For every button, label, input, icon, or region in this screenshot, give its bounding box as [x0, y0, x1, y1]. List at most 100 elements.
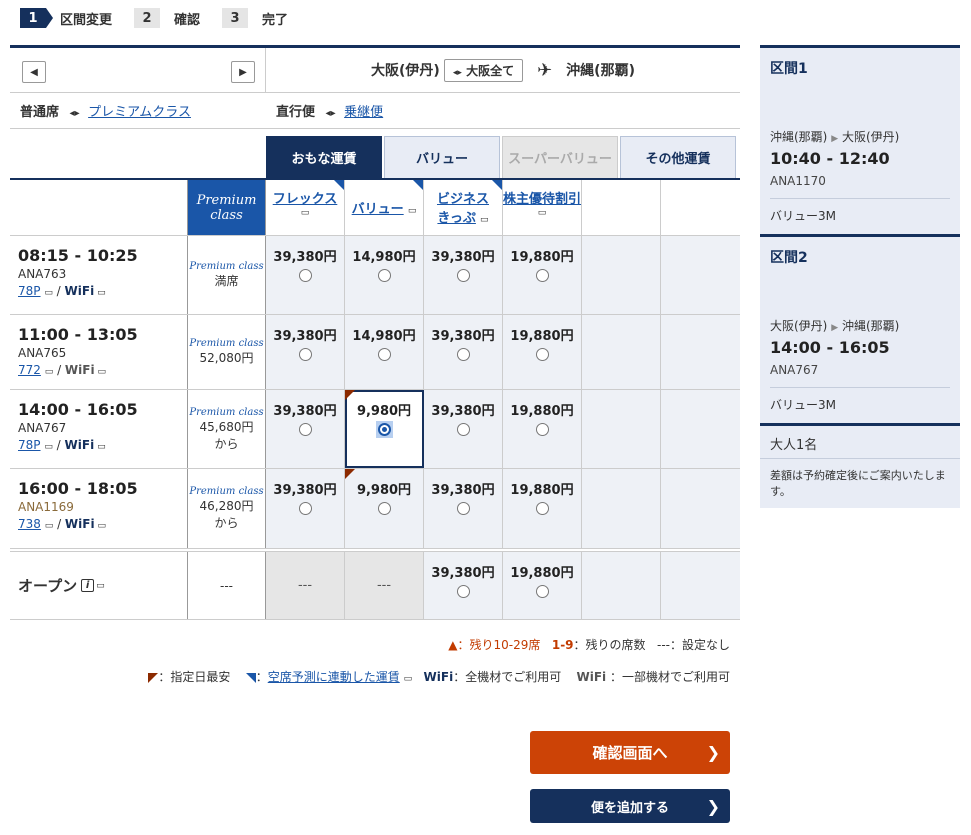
- segment-2-fare: バリュー3M: [770, 398, 836, 412]
- business-fare-link-2[interactable]: きっぷ: [437, 211, 475, 226]
- confirm-button[interactable]: 確認画面へ ❯: [530, 731, 730, 774]
- origin-airport: 大阪(伊丹): [371, 63, 440, 79]
- forecast-fare-marker: [413, 180, 423, 190]
- flight-type-current: 直行便: [276, 105, 316, 120]
- flex-fare-link[interactable]: フレックス: [273, 188, 338, 207]
- prev-date-button[interactable]: ◀: [22, 61, 46, 83]
- fare-radio[interactable]: [535, 585, 549, 598]
- tab-main-fares[interactable]: おもな運賃: [266, 136, 382, 178]
- window-icon: ▭: [300, 208, 310, 218]
- segment-1-from: 沖縄(那覇): [770, 130, 828, 144]
- info-icon[interactable]: i: [81, 579, 95, 592]
- step-2-number: 2: [134, 8, 161, 28]
- shareholder-fare-cell: 19,880円: [503, 236, 582, 314]
- tab-value[interactable]: バリュー: [384, 136, 500, 178]
- flight-row: 08:15 - 10:25 ANA763 78P ▭ / WiFi ▭ Prem…: [10, 236, 740, 315]
- premium-class-link[interactable]: プレミアムクラス: [88, 105, 191, 120]
- aircraft-link[interactable]: 78P: [18, 284, 41, 298]
- divider: [770, 198, 950, 199]
- step-2-label: 確認: [174, 12, 201, 28]
- segment-2-from: 大阪(伊丹): [770, 319, 828, 333]
- premium-price: 45,680円: [199, 419, 254, 434]
- aircraft-link[interactable]: 78P: [18, 438, 41, 452]
- step-3-number: 3: [222, 8, 249, 28]
- fare-radio-selected[interactable]: [377, 423, 391, 436]
- segment-1-fare: バリュー3M: [770, 209, 836, 223]
- flight-meta: 772 ▭ / WiFi ▭: [18, 363, 106, 377]
- segment-2-to: 沖縄(那覇): [841, 319, 900, 333]
- arrow-right-icon: ▶: [831, 134, 839, 144]
- fare-radio[interactable]: [535, 269, 549, 282]
- window-icon: ▭: [407, 206, 417, 216]
- fare-radio-highlight: [375, 421, 393, 438]
- fare-radio[interactable]: [456, 423, 470, 436]
- fare-radio[interactable]: [298, 502, 312, 515]
- fare-price: 19,880円: [510, 250, 574, 265]
- window-icon: ▭: [44, 288, 53, 298]
- fare-radio[interactable]: [377, 269, 391, 282]
- value-fare-link[interactable]: バリュー: [352, 202, 404, 217]
- shareholder-fare-link[interactable]: 株主優待割引: [503, 188, 581, 207]
- progress-steps: 1 区間変更 2 確認 3 完了: [20, 8, 310, 28]
- open-ticket-label-cell: オープン i ▭: [10, 552, 187, 619]
- premium-cell: ---: [187, 552, 266, 619]
- aircraft-link[interactable]: 738: [18, 517, 41, 531]
- forecast-fare-marker: [334, 180, 344, 190]
- flight-info: 16:00 - 18:05 ANA1169 738 ▭ / WiFi ▭: [10, 469, 187, 548]
- next-date-button[interactable]: ▶: [231, 61, 255, 83]
- fare-price: 39,380円: [273, 404, 337, 419]
- flight-time: 14:00 - 16:05: [18, 400, 138, 419]
- fare-radio[interactable]: [456, 269, 470, 282]
- header-premium-class: Premium class: [187, 180, 266, 235]
- seat-count-desc: ：残りの席数: [573, 638, 646, 652]
- wifi-label: WiFi: [64, 284, 95, 298]
- fare-radio[interactable]: [535, 423, 549, 436]
- fare-radio[interactable]: [456, 585, 470, 598]
- premium-class-logo: Premium class: [196, 192, 257, 223]
- flex-fare-cell: 39,380円: [266, 390, 345, 468]
- fare-radio[interactable]: [377, 348, 391, 361]
- value-fare-cell: ---: [345, 552, 424, 619]
- step-1: 1 区間変更: [20, 8, 112, 28]
- fare-price: 39,380円: [273, 483, 337, 498]
- fare-price: 19,880円: [510, 329, 574, 344]
- switch-arrows-icon: ◂▸: [325, 108, 336, 119]
- flight-time: 08:15 - 10:25: [18, 246, 138, 265]
- connecting-flight-link[interactable]: 乗継便: [344, 105, 383, 120]
- window-icon: ▭: [94, 288, 106, 298]
- aircraft-link[interactable]: 772: [18, 363, 41, 377]
- wifi-partial-icon: WiFi: [576, 670, 607, 684]
- date-nav: ◀ ▶: [10, 48, 266, 92]
- cheapest-fare-marker: [345, 469, 355, 479]
- fare-tabs: おもな運賃 バリュー スーパーバリュー その他運賃: [266, 136, 738, 178]
- business-fare-link[interactable]: ビジネス: [437, 188, 489, 207]
- seat-class-switch: 普通席 ◂▸ プレミアムクラス: [10, 101, 266, 120]
- flight-time: 11:00 - 13:05: [18, 325, 138, 344]
- premium-class-logo: Premium class: [189, 486, 264, 497]
- fare-radio[interactable]: [298, 269, 312, 282]
- fare-radio[interactable]: [535, 348, 549, 361]
- all-airports-toggle[interactable]: ◂▸ 大阪全て: [443, 58, 524, 82]
- empty-cell: [661, 236, 740, 314]
- open-ticket-label: オープン: [18, 577, 78, 595]
- fare-price: 39,380円: [273, 250, 337, 265]
- seat-filter-row: 普通席 ◂▸ プレミアムクラス 直行便 ◂▸ 乗継便: [10, 93, 740, 129]
- fare-radio[interactable]: [377, 502, 391, 515]
- fare-radio[interactable]: [298, 423, 312, 436]
- tab-other-fares[interactable]: その他運賃: [620, 136, 736, 178]
- premium-from: から: [214, 516, 239, 530]
- segment-1-to: 大阪(伊丹): [841, 130, 900, 144]
- business-fare-cell: 39,380円: [424, 315, 503, 389]
- fare-radio[interactable]: [298, 348, 312, 361]
- flight-number: ANA765: [18, 346, 67, 360]
- header-shareholder: 株主優待割引 ▭: [503, 180, 582, 235]
- fare-radio[interactable]: [535, 502, 549, 515]
- fare-radio[interactable]: [456, 348, 470, 361]
- flight-meta: 78P ▭ / WiFi ▭: [18, 284, 106, 298]
- flight-info: 08:15 - 10:25 ANA763 78P ▭ / WiFi ▭: [10, 236, 187, 314]
- destination-airport: 沖縄(那覇): [566, 63, 635, 79]
- fare-radio[interactable]: [456, 502, 470, 515]
- add-flight-button[interactable]: 便を追加する ❯: [530, 789, 730, 823]
- forecast-fare-legend-link[interactable]: 空席予測に連動した運賃: [268, 670, 400, 684]
- wifi-full-icon: WiFi: [423, 670, 454, 684]
